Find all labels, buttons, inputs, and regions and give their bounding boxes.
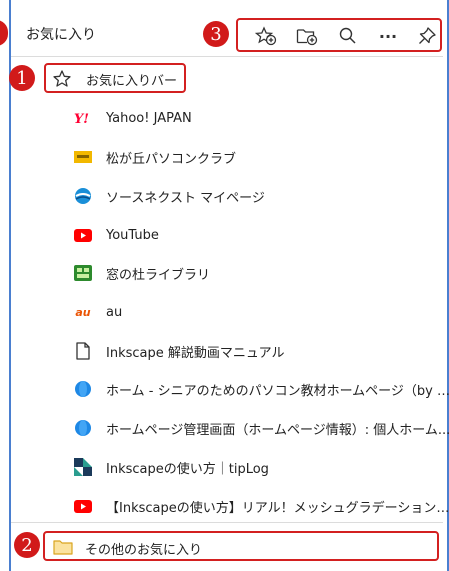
favorites-bar-label: お気に入りバー [86,74,178,89]
club-logo-icon [74,148,92,166]
favorite-item-inkscape-manual[interactable]: Inkscape 解説動画マニュアル [74,339,284,363]
add-folder-icon [296,29,318,46]
add-folder-button[interactable] [295,25,319,47]
pin-button[interactable] [415,25,439,47]
youtube-icon [74,226,92,244]
add-favorite-icon [255,26,277,46]
favorite-label: au [106,304,123,320]
favorite-item-club[interactable]: 松が丘パソコンクラブ [74,145,236,169]
other-favorites-folder[interactable]: その他のお気に入り [43,531,439,561]
other-favorites-label: その他のお気に入り [85,543,203,558]
favorite-item-tiplog[interactable]: Inkscapeの使い方｜tipLog [74,455,269,479]
step-badge-2: 2 [14,532,40,558]
favorite-item-youtube[interactable]: YouTube [74,223,159,247]
toolbar-highlight: ··· [236,18,442,52]
step-badge-3: 3 [203,21,229,47]
globe-icon [74,380,92,398]
youtube-icon [74,497,92,515]
globe-icon [74,419,92,437]
more-icon: ··· [378,26,398,46]
search-button[interactable] [336,25,360,47]
favorite-item-senior-home[interactable]: ホーム - シニアのためのパソコン教材ホームページ（by AI) [74,377,449,401]
favorite-label: 【Inkscapeの使い方】リアル！メッシュグラデーション大活... [106,500,449,516]
list-divider [11,522,443,523]
favorite-item-homepage-admin[interactable]: ホームページ管理画面（ホームページ情報）: 個人ホーム... [74,416,449,440]
page-icon [74,342,92,360]
favorites-bar-folder[interactable]: お気に入りバー [44,63,186,93]
search-icon [339,27,356,44]
favorite-label: Yahoo! JAPAN [106,110,192,126]
favorite-item-inkscape-mesh[interactable]: 【Inkscapeの使い方】リアル！メッシュグラデーション大活... [74,494,449,518]
favorite-item-au[interactable]: au au [74,300,122,324]
yahoo-icon: Y! [74,109,92,127]
add-favorite-button[interactable] [254,25,278,47]
favorite-label: ホームページ管理画面（ホームページ情報）: 個人ホーム... [106,422,449,438]
step-badge-1: 1 [9,65,35,91]
tiplog-icon [74,458,92,476]
favorite-item-yahoo[interactable]: Y! Yahoo! JAPAN [74,106,192,130]
au-icon: au [75,305,91,319]
favorite-label: YouTube [106,227,159,243]
favorite-label: 松が丘パソコンクラブ [106,151,237,167]
favorite-label: 窓の杜ライブラリ [106,267,211,283]
favorite-label: Inkscape 解説動画マニュアル [106,345,285,361]
favorite-item-sourcenext[interactable]: ソースネクスト マイページ [74,184,265,208]
pin-icon [419,27,436,44]
header-divider [11,56,443,57]
folder-icon [53,540,73,555]
favorite-label: Inkscapeの使い方｜tipLog [106,461,269,477]
sourcenext-icon [74,187,92,205]
favorite-item-madonomori[interactable]: 窓の杜ライブラリ [74,261,210,285]
favorite-label: ホーム - シニアのためのパソコン教材ホームページ（by AI) [106,383,449,399]
favorite-label: ソースネクスト マイページ [106,190,265,206]
panel-title: お気に入り [26,27,96,43]
madonomori-icon [74,264,92,282]
star-icon [53,70,71,87]
step-badge-partial [0,20,8,46]
svg-text:Y!: Y! [74,112,89,125]
more-button[interactable]: ··· [376,25,400,47]
